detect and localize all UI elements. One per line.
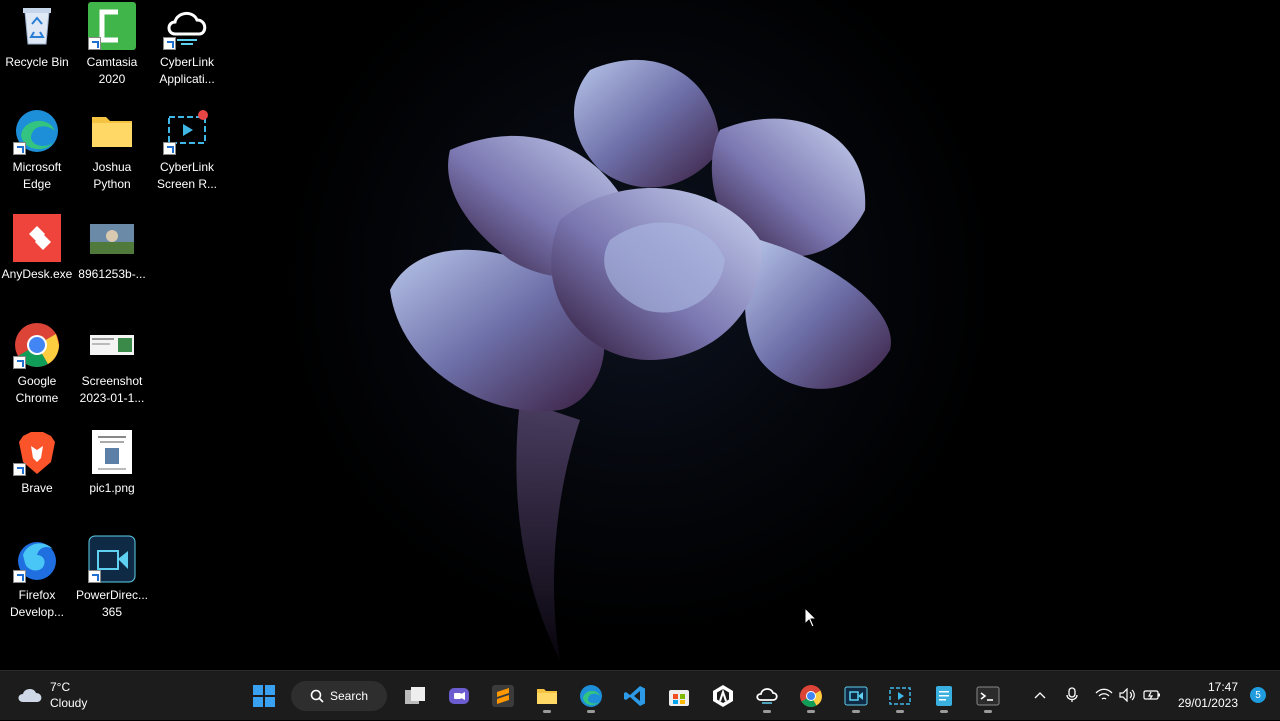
- folder-icon: [537, 689, 557, 704]
- icon-label: Firefox Develop...: [9, 588, 65, 619]
- desktop-icon-anydesk[interactable]: AnyDesk.exe: [0, 214, 74, 283]
- sublime-icon: [492, 685, 514, 707]
- cloud-icon: [18, 688, 42, 702]
- desktop-icon-screenshot[interactable]: Screenshot 2023-01-1...: [75, 321, 149, 407]
- icon-label: PowerDirec... 365: [75, 588, 149, 619]
- desktop-icon-edge[interactable]: Microsoft Edge: [0, 107, 74, 193]
- brave-icon: [13, 428, 61, 476]
- firefox-dev-icon: [13, 535, 61, 583]
- anydesk-icon: [13, 214, 61, 262]
- chrome-icon: [13, 321, 61, 369]
- icon-label: pic1.png: [89, 481, 135, 495]
- search-icon: [310, 689, 324, 703]
- desktop-icon-camtasia[interactable]: Camtasia 2020: [75, 2, 149, 88]
- microphone-button[interactable]: [1062, 685, 1082, 705]
- taskbar-terminal[interactable]: [970, 678, 1006, 714]
- edge-icon: [580, 685, 602, 707]
- screenshot-thumbnail-icon: [88, 321, 136, 369]
- image-thumbnail-icon: [88, 214, 136, 262]
- taskbar-store[interactable]: [661, 678, 697, 714]
- show-hidden-icons-button[interactable]: [1030, 685, 1050, 705]
- speaker-icon: [1119, 688, 1135, 702]
- desktop-icon-image-file[interactable]: 8961253b-...: [75, 214, 149, 283]
- icon-label: Google Chrome: [15, 374, 59, 405]
- icon-label: CyberLink Applicati...: [159, 55, 215, 86]
- desktop-icon-folder[interactable]: Joshua Python: [75, 107, 149, 193]
- notepad-icon: [936, 686, 952, 706]
- microphone-icon: [1066, 687, 1078, 702]
- wifi-icon: [1095, 688, 1113, 700]
- icon-label: Joshua Python: [92, 160, 132, 191]
- battery-charging-icon: [1143, 690, 1160, 700]
- desktop-icon-cyberlink-app[interactable]: CyberLink Applicati...: [150, 2, 224, 88]
- taskbar-sublime[interactable]: [485, 678, 521, 714]
- weather-widget[interactable]: 7°C Cloudy: [16, 679, 87, 711]
- camtasia-icon: [88, 2, 136, 50]
- taskbar-chat[interactable]: [441, 678, 477, 714]
- desktop-icon-firefox-dev[interactable]: Firefox Develop...: [0, 535, 74, 621]
- bloom-wallpaper: [390, 59, 891, 660]
- icon-label: CyberLink Screen R...: [156, 160, 218, 191]
- search-label: Search: [329, 689, 369, 703]
- chat-icon: [449, 688, 469, 704]
- taskbar-chrome[interactable]: [793, 678, 829, 714]
- cyberlink-cloud-icon: [756, 688, 778, 704]
- powerdirector-icon: [88, 535, 136, 583]
- desktop-icon-powerdirector[interactable]: PowerDirec... 365: [75, 535, 149, 621]
- taskbar-notepad[interactable]: [926, 678, 962, 714]
- cyberlink-cloud-icon: [163, 2, 211, 50]
- search-button[interactable]: Search: [291, 681, 387, 711]
- task-view-icon: [405, 687, 425, 704]
- powerdirector-icon: [844, 686, 868, 706]
- clock-button[interactable]: 17:47 29/01/2023: [1176, 679, 1238, 711]
- icon-label: AnyDesk.exe: [1, 267, 73, 281]
- taskbar-screen-recorder[interactable]: [882, 678, 918, 714]
- taskbar-file-explorer[interactable]: [529, 678, 565, 714]
- chevron-up-icon: [1034, 692, 1046, 699]
- icon-label: 8961253b-...: [78, 267, 146, 281]
- taskbar: 7°C Cloudy Search 17:47 29/01/2023 5: [0, 670, 1280, 720]
- recycle-bin-icon: [13, 2, 61, 50]
- windows-start-icon: [253, 685, 275, 707]
- taskbar-vscode[interactable]: [617, 678, 653, 714]
- battery-button[interactable]: [1142, 685, 1162, 705]
- hexagon-app-icon: [713, 685, 733, 707]
- weather-temp: 7°C: [50, 680, 71, 694]
- desktop-icon-screen-recorder[interactable]: CyberLink Screen R...: [150, 107, 224, 193]
- terminal-icon: [976, 686, 1000, 706]
- clock-time: 17:47: [1207, 680, 1238, 694]
- desktop-icon-brave[interactable]: Brave: [0, 428, 74, 497]
- icon-label: Brave: [21, 481, 53, 495]
- vscode-icon: [624, 686, 645, 706]
- volume-button[interactable]: [1118, 685, 1138, 705]
- taskbar-app[interactable]: [705, 678, 741, 714]
- document-thumbnail-icon: [88, 428, 136, 476]
- notification-badge[interactable]: 5: [1250, 687, 1266, 703]
- edge-icon: [13, 107, 61, 155]
- screen-recorder-icon: [889, 687, 911, 705]
- taskbar-cyberlink-cloud[interactable]: [749, 678, 785, 714]
- icon-label: Screenshot 2023-01-1...: [79, 374, 145, 405]
- desktop-icon-pic1[interactable]: pic1.png: [75, 428, 149, 497]
- taskbar-edge[interactable]: [573, 678, 609, 714]
- desktop[interactable]: Recycle Bin Microsoft Edge AnyDesk.exe G…: [0, 0, 1280, 670]
- start-button[interactable]: [246, 678, 282, 714]
- mouse-pointer-icon: [804, 607, 818, 628]
- desktop-icon-chrome[interactable]: Google Chrome: [0, 321, 74, 407]
- icon-label: Microsoft Edge: [12, 160, 62, 191]
- chrome-icon: [800, 685, 822, 707]
- taskbar-task-view[interactable]: [397, 678, 433, 714]
- taskbar-powerdirector[interactable]: [838, 678, 874, 714]
- weather-condition: Cloudy: [50, 696, 88, 710]
- store-icon: [669, 690, 689, 706]
- icon-label: Camtasia 2020: [86, 55, 138, 86]
- folder-icon: [88, 107, 136, 155]
- clock-date: 29/01/2023: [1177, 696, 1238, 710]
- screen-recorder-icon: [163, 107, 211, 155]
- icon-label: Recycle Bin: [5, 55, 69, 69]
- desktop-icon-recycle-bin[interactable]: Recycle Bin: [0, 2, 74, 71]
- network-button[interactable]: [1094, 685, 1114, 705]
